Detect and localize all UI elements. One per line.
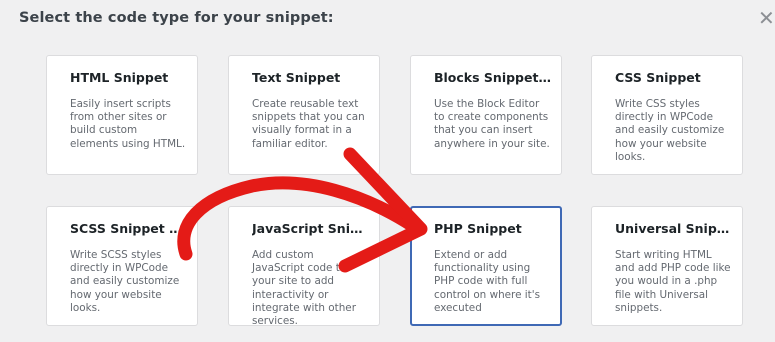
close-icon[interactable]: ✕	[758, 8, 775, 28]
card-description: Easily insert scripts from other sites o…	[70, 98, 186, 150]
css-snippet-card[interactable]: CSS Snippet Write CSS styles directly in…	[591, 55, 743, 175]
card-description: Use the Block Editor to create component…	[434, 98, 550, 150]
card-title: HTML Snippet	[70, 70, 169, 85]
blocks-snippet-card[interactable]: Blocks Snippet (P... Use the Block Edito…	[410, 55, 562, 175]
card-description: Create reusable text snippets that you c…	[252, 98, 365, 150]
card-title: Universal Snippet	[615, 221, 732, 236]
html-snippet-card[interactable]: HTML Snippet Easily insert scripts from …	[46, 55, 198, 175]
card-title: SCSS Snippet (PRO)	[70, 221, 187, 236]
scss-snippet-card[interactable]: SCSS Snippet (PRO) Write SCSS styles dir…	[46, 206, 198, 326]
card-title: PHP Snippet	[434, 221, 522, 236]
card-description: Add custom JavaScript code to your site …	[252, 249, 356, 328]
php-snippet-card[interactable]: PHP Snippet Extend or add functionality …	[410, 206, 562, 326]
card-description: Start writing HTML and add PHP code like…	[615, 249, 731, 314]
javascript-snippet-card[interactable]: JavaScript Snippet Add custom JavaScript…	[228, 206, 380, 328]
card-title: JavaScript Snippet	[252, 221, 369, 236]
card-description: Write CSS styles directly in WPCode and …	[615, 98, 725, 163]
card-title: Blocks Snippet (P...	[434, 70, 551, 85]
card-description: Extend or add functionality using PHP co…	[434, 249, 541, 314]
text-snippet-card[interactable]: Text Snippet Create reusable text snippe…	[228, 55, 380, 175]
snippet-type-dialog: Select the code type for your snippet: ✕…	[0, 0, 775, 342]
card-title: Text Snippet	[252, 70, 341, 85]
card-description: Write SCSS styles directly in WPCode and…	[70, 249, 180, 314]
universal-snippet-card[interactable]: Universal Snippet Start writing HTML and…	[591, 206, 743, 326]
dialog-title: Select the code type for your snippet:	[19, 10, 334, 26]
card-title: CSS Snippet	[615, 70, 701, 85]
